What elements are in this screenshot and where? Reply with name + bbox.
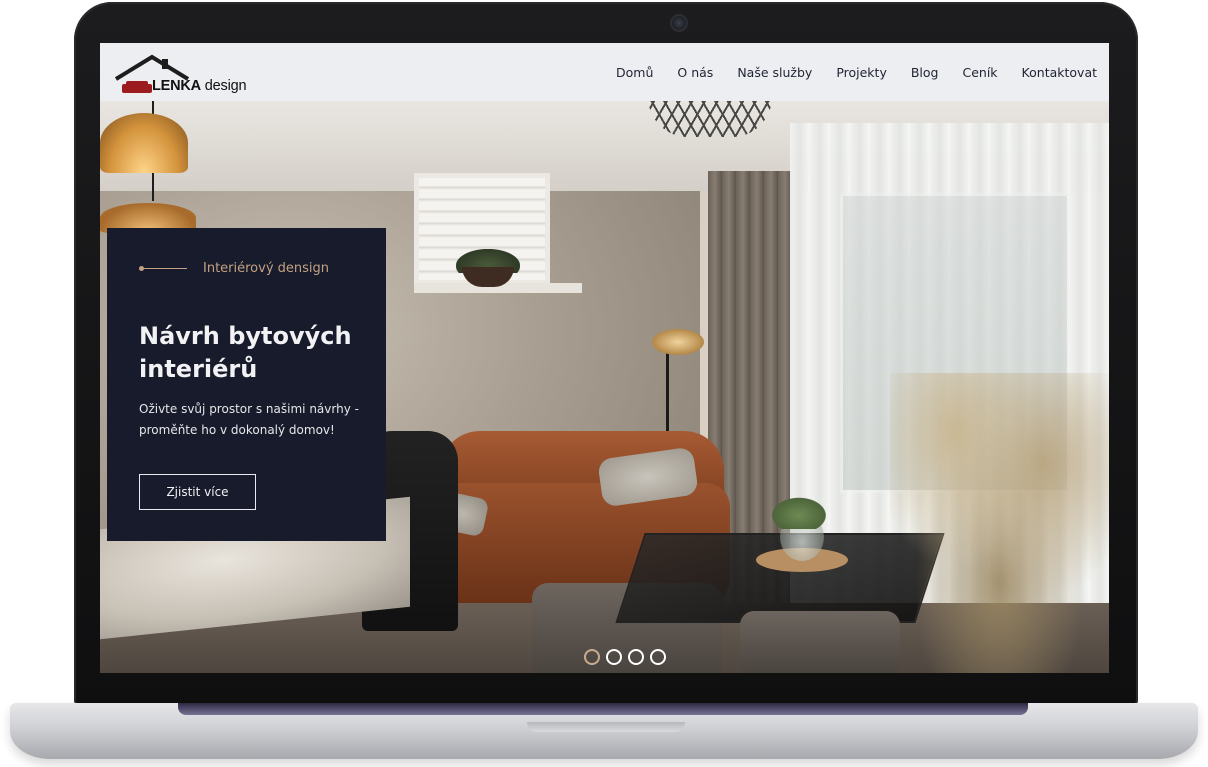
hero-eyebrow: Interiérový densign — [139, 261, 329, 276]
hero-title: Návrh bytových interiérů — [139, 322, 352, 383]
eyebrow-line-icon — [139, 266, 187, 271]
carousel-dot-3[interactable] — [628, 649, 644, 665]
carousel-dot-4[interactable] — [650, 649, 666, 665]
hero-card: Interiérový densign Návrh bytových inter… — [107, 228, 386, 541]
logo-suffix: design — [204, 78, 247, 94]
hero-subtitle: Oživte svůj prostor s našimi návrhy - pr… — [139, 402, 359, 437]
sofa-icon — [122, 81, 152, 93]
carousel-dot-1[interactable] — [584, 649, 600, 665]
nav-item-kontaktovat[interactable]: Kontaktovat — [1010, 65, 1097, 80]
learn-more-button[interactable]: Zjistit více — [139, 474, 256, 510]
logo-text: LENKA design — [152, 78, 247, 94]
floor-lamp — [652, 329, 704, 355]
nav-item-cenik[interactable]: Ceník — [950, 65, 1009, 80]
nav-item-projekty[interactable]: Projekty — [824, 65, 899, 80]
webcam-icon — [670, 14, 688, 32]
vase-plant — [768, 495, 830, 529]
nav-item-nase-sluzby[interactable]: Naše služby — [725, 65, 824, 80]
pouf-2 — [740, 611, 900, 673]
nav-item-domu[interactable]: Domů — [604, 65, 665, 80]
pampas-grass — [890, 373, 1109, 673]
nav-item-blog[interactable]: Blog — [899, 65, 951, 80]
laptop-hinge — [178, 703, 1028, 715]
carousel-dots — [584, 649, 666, 665]
house-roof-icon — [114, 54, 190, 81]
pendant-lamp — [100, 113, 188, 173]
nav-item-o-nas[interactable]: O nás — [665, 65, 725, 80]
carousel-dot-2[interactable] — [606, 649, 622, 665]
site-logo[interactable]: LENKA design — [114, 47, 247, 97]
hero-eyebrow-text: Interiérový densign — [203, 261, 330, 276]
site-header: LENKA design Domů O nás Naše služby Proj… — [100, 43, 1109, 101]
laptop-notch — [527, 722, 685, 732]
laptop-mockup: LENKA design Domů O nás Naše služby Proj… — [0, 0, 1208, 767]
main-nav: Domů O nás Naše služby Projekty Blog Cen… — [604, 65, 1097, 80]
logo-brand: LENKA — [152, 78, 201, 94]
website-screen: LENKA design Domů O nás Naše služby Proj… — [100, 43, 1109, 673]
